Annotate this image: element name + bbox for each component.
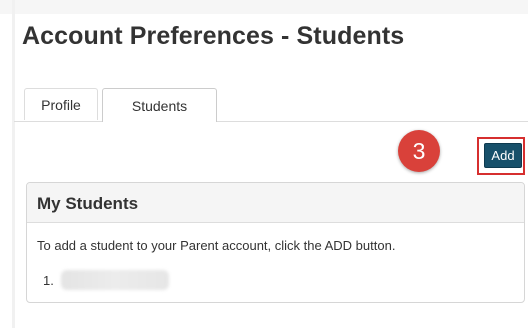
page-title: Account Preferences - Students [22, 22, 405, 50]
list-item: 1. [43, 269, 169, 291]
left-edge-shadow [12, 0, 15, 328]
student-number: 1. [43, 272, 54, 288]
my-students-panel: My Students To add a student to your Par… [26, 182, 525, 303]
student-name-redacted[interactable] [61, 270, 169, 290]
account-preferences-page: Account Preferences - Students Profile S… [0, 0, 528, 328]
add-student-button[interactable]: Add [484, 143, 522, 168]
tab-profile[interactable]: Profile [24, 88, 98, 120]
top-band [0, 0, 528, 14]
panel-heading: My Students [27, 183, 524, 223]
student-list: 1. [43, 269, 169, 291]
panel-instruction: To add a student to your Parent account,… [37, 238, 396, 253]
tab-divider [14, 121, 528, 122]
step-badge: 3 [398, 130, 440, 172]
tab-students[interactable]: Students [102, 88, 217, 122]
panel-title: My Students [37, 194, 139, 213]
